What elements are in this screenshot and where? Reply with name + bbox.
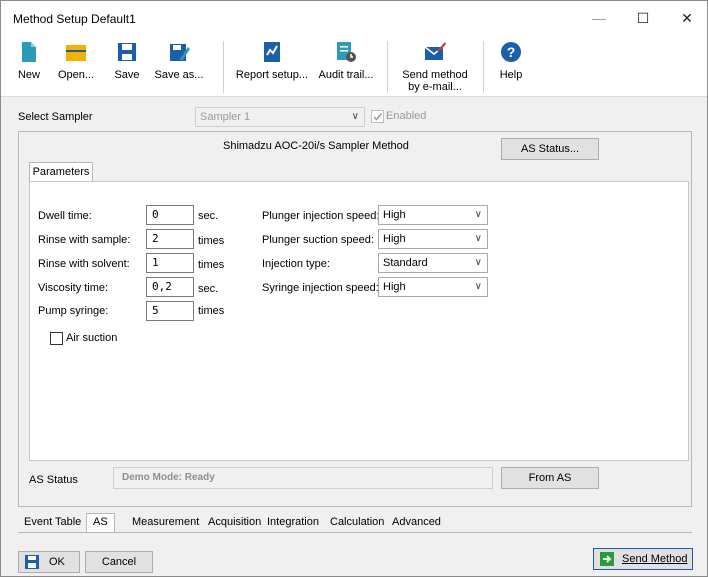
rinse-solvent-unit: times <box>198 259 225 271</box>
save-button[interactable]: Save <box>107 39 147 95</box>
tab-acquisition[interactable]: Acquisition <box>208 514 261 532</box>
sampler-select[interactable]: Sampler 1 ∨ <box>195 107 365 127</box>
syringe-injection-speed-value: High <box>383 281 406 293</box>
toolbar: New Open... Save Save as... Report setup… <box>1 35 707 97</box>
tab-measurement[interactable]: Measurement <box>132 514 199 532</box>
help-label: Help <box>499 69 523 81</box>
toolbar-separator <box>223 41 224 93</box>
save-icon <box>25 555 39 569</box>
syringe-injection-speed-label: Syringe injection speed: <box>262 282 379 294</box>
syringe-injection-speed-select[interactable]: High ∨ <box>378 277 488 297</box>
rinse-sample-input[interactable]: 2 <box>146 229 194 249</box>
as-status-label: AS Status <box>29 474 78 486</box>
viscosity-time-input[interactable]: 0,2 <box>146 277 194 297</box>
viscosity-time-unit: sec. <box>198 283 219 295</box>
new-label: New <box>17 69 40 81</box>
pump-syringe-input[interactable]: 5 <box>146 301 194 321</box>
sampler-method-panel: Shimadzu AOC-20i/s Sampler Method AS Sta… <box>18 131 692 507</box>
report-setup-icon <box>261 41 283 63</box>
rinse-sample-unit: times <box>198 235 225 247</box>
window-title: Method Setup Default1 <box>13 12 136 26</box>
chevron-down-icon: ∨ <box>474 233 482 244</box>
plunger-suction-speed-value: High <box>383 233 406 245</box>
rinse-sample-label: Rinse with sample: <box>38 234 131 246</box>
rinse-solvent-label: Rinse with solvent: <box>38 258 130 270</box>
audit-trail-label: Audit trail... <box>318 69 374 81</box>
rinse-solvent-input[interactable]: 1 <box>146 253 194 273</box>
from-as-button[interactable]: From AS <box>501 467 599 489</box>
plunger-injection-speed-label: Plunger injection speed: <box>262 210 380 222</box>
tab-event-table[interactable]: Event Table <box>24 514 81 532</box>
send-method-button[interactable]: Send Method <box>593 548 693 570</box>
audit-trail-icon <box>335 41 357 63</box>
send-method-email-button[interactable]: Send method by e-mail... <box>393 39 477 95</box>
toolbar-separator <box>387 41 388 93</box>
audit-trail-button[interactable]: Audit trail... <box>317 39 375 95</box>
new-button[interactable]: New <box>9 39 49 95</box>
new-document-icon <box>18 41 40 63</box>
air-suction-label: Air suction <box>66 332 118 344</box>
plunger-suction-speed-select[interactable]: High ∨ <box>378 229 488 249</box>
air-suction-checkbox[interactable] <box>50 332 63 345</box>
close-button[interactable]: ✕ <box>665 1 708 35</box>
cancel-button[interactable]: Cancel <box>85 551 153 573</box>
viscosity-time-label: Viscosity time: <box>38 282 109 294</box>
chevron-down-icon: ∨ <box>474 281 482 292</box>
svg-text:?: ? <box>507 44 516 60</box>
minimize-button[interactable]: — <box>577 1 621 35</box>
chevron-down-icon: ∨ <box>351 111 359 122</box>
as-status-button[interactable]: AS Status... <box>501 138 599 160</box>
tab-advanced[interactable]: Advanced <box>392 514 441 532</box>
chevron-down-icon: ∨ <box>474 257 482 268</box>
send-method-email-label: Send method by e-mail... <box>402 69 468 93</box>
report-setup-label: Report setup... <box>235 69 309 81</box>
dwell-time-unit: sec. <box>198 210 219 222</box>
open-folder-icon <box>65 41 87 63</box>
dwell-time-label: Dwell time: <box>38 210 92 222</box>
enabled-checkbox[interactable] <box>371 110 384 123</box>
injection-type-label: Injection type: <box>262 258 330 270</box>
method-setup-window: Method Setup Default1 — ☐ ✕ New Open... … <box>0 0 708 577</box>
select-sampler-label: Select Sampler <box>18 111 93 123</box>
tabs-divider <box>18 532 692 533</box>
help-icon: ? <box>500 41 522 63</box>
maximize-button[interactable]: ☐ <box>621 1 665 35</box>
pump-syringe-label: Pump syringe: <box>38 305 109 317</box>
tab-parameters[interactable]: Parameters <box>29 162 93 182</box>
chevron-down-icon: ∨ <box>474 209 482 220</box>
help-button[interactable]: ? Help <box>493 39 529 95</box>
save-as-label: Save as... <box>154 69 204 81</box>
tab-as[interactable]: AS <box>86 513 115 532</box>
open-label: Open... <box>57 69 95 81</box>
as-status-value: Demo Mode: Ready <box>113 467 493 489</box>
pump-syringe-unit: times <box>198 305 225 317</box>
ok-button[interactable]: OK <box>18 551 80 573</box>
plunger-injection-speed-select[interactable]: High ∨ <box>378 205 488 225</box>
save-as-icon <box>168 41 190 63</box>
parameters-panel: Dwell time: 0 sec. Rinse with sample: 2 … <box>29 181 689 461</box>
email-method-icon <box>424 41 446 63</box>
plunger-suction-speed-label: Plunger suction speed: <box>262 234 374 246</box>
tab-calculation[interactable]: Calculation <box>330 514 384 532</box>
send-arrow-icon <box>600 552 614 566</box>
ok-label: OK <box>49 556 65 568</box>
injection-type-value: Standard <box>383 257 428 269</box>
save-as-button[interactable]: Save as... <box>151 39 207 95</box>
dwell-time-input[interactable]: 0 <box>146 205 194 225</box>
save-icon <box>116 41 138 63</box>
plunger-injection-speed-value: High <box>383 209 406 221</box>
save-label: Save <box>114 69 140 81</box>
enabled-label: Enabled <box>386 110 427 122</box>
report-setup-button[interactable]: Report setup... <box>233 39 311 95</box>
tab-integration[interactable]: Integration <box>267 514 319 532</box>
open-button[interactable]: Open... <box>51 39 101 95</box>
sampler-select-value: Sampler 1 <box>200 111 251 123</box>
panel-title: Shimadzu AOC-20i/s Sampler Method <box>223 140 409 152</box>
title-bar: Method Setup Default1 — ☐ ✕ <box>1 1 707 35</box>
send-method-label: Send Method <box>622 553 688 565</box>
injection-type-select[interactable]: Standard ∨ <box>378 253 488 273</box>
toolbar-separator <box>483 41 484 93</box>
